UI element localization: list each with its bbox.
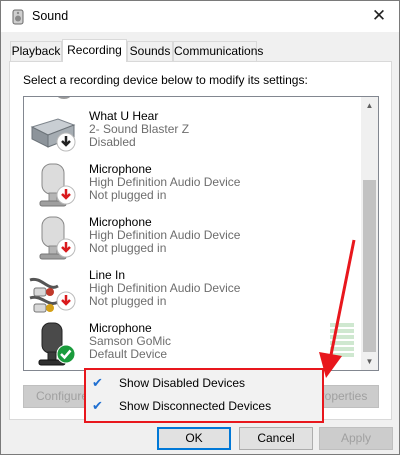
title-bar: Sound ✕: [1, 1, 399, 32]
device-status: Disabled: [89, 135, 136, 149]
tab-sounds[interactable]: Sounds: [127, 41, 173, 61]
speaker-icon: [12, 9, 24, 25]
menu-item-label: Show Disabled Devices: [119, 376, 246, 390]
level-meter: [330, 323, 354, 357]
scrollbar[interactable]: ▲ ▼: [361, 97, 378, 370]
device-text: What U Hear 2- Sound Blaster Z Disabled: [89, 110, 189, 149]
tab-communications[interactable]: Communications: [173, 41, 263, 61]
device-text: Microphone Samson GoMic Default Device: [89, 322, 171, 361]
checkmark-icon: ✔: [92, 398, 103, 413]
microphone-icon: [38, 322, 76, 366]
tab-playback[interactable]: Playback: [10, 41, 62, 61]
list-item[interactable]: Microphone High Definition Audio Device …: [24, 162, 360, 214]
list-item[interactable]: Microphone Samson GoMic Default Device: [24, 321, 360, 370]
device-text: Line In High Definition Audio Device Not…: [89, 269, 240, 308]
soundcard-icon: [30, 118, 76, 152]
device-text: Microphone High Definition Audio Device …: [89, 216, 240, 255]
menu-item-show-disconnected[interactable]: ✔ Show Disconnected Devices: [86, 395, 322, 417]
microphone-icon: [39, 216, 76, 260]
tab-recording[interactable]: Recording: [62, 39, 127, 62]
scroll-thumb[interactable]: [363, 180, 376, 352]
menu-item-show-disabled[interactable]: ✔ Show Disabled Devices: [86, 372, 322, 394]
device-text: Microphone High Definition Audio Device …: [89, 163, 240, 202]
instructions-text: Select a recording device below to modif…: [23, 73, 308, 87]
microphone-icon: [39, 163, 76, 207]
menu-item-label: Show Disconnected Devices: [119, 399, 272, 413]
device-status: Default Device: [89, 347, 168, 361]
device-status: Not plugged in: [89, 294, 167, 308]
line-in-icon: [29, 277, 76, 313]
scroll-down-icon[interactable]: ▼: [361, 353, 378, 370]
list-item[interactable]: Microphone High Definition Audio Device …: [24, 215, 360, 267]
checkmark-icon: ✔: [92, 375, 103, 390]
apply-button[interactable]: Apply: [319, 427, 393, 450]
list-item[interactable]: Line In High Definition Audio Device Not…: [24, 268, 360, 320]
ok-button[interactable]: OK: [157, 427, 231, 450]
device-status: Not plugged in: [89, 241, 167, 255]
scroll-up-icon[interactable]: ▲: [361, 97, 378, 114]
window-title: Sound: [32, 9, 69, 23]
device-list[interactable]: What U Hear 2- Sound Blaster Z Disabled …: [23, 96, 379, 371]
close-button[interactable]: ✕: [367, 4, 391, 28]
cancel-button[interactable]: Cancel: [239, 427, 313, 450]
context-menu: ✔ Show Disabled Devices ✔ Show Disconnec…: [84, 368, 324, 423]
list-item[interactable]: What U Hear 2- Sound Blaster Z Disabled: [24, 109, 360, 161]
device-status: Not plugged in: [89, 188, 167, 202]
microphone-icon: [57, 97, 71, 99]
